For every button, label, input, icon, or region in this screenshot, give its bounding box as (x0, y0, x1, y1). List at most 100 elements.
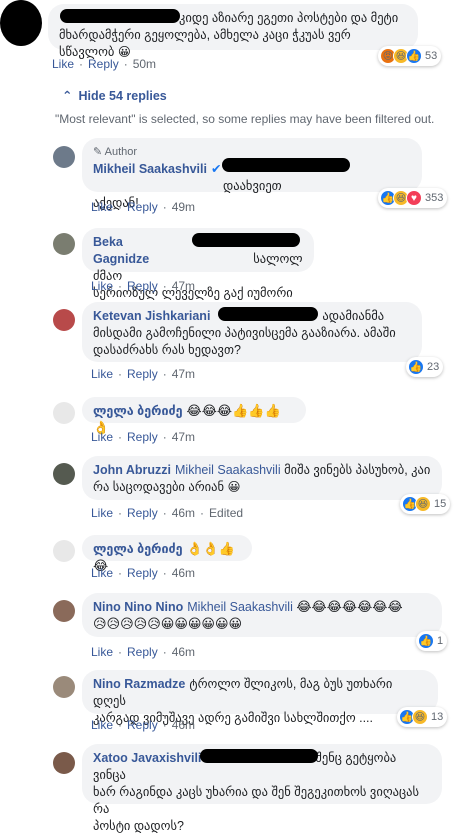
reply-actions: Like · Reply · 47m (91, 430, 196, 444)
commenter-name[interactable]: ლელა ბერიძე (93, 542, 183, 556)
comment-text-line2: მისდამი გამოჩენილი პატივისცემა გააზიარა.… (93, 326, 396, 340)
reply-bubble: ლელა ბერიძე 👌👌👍😂 (82, 535, 252, 574)
reply-link[interactable]: Reply (127, 430, 158, 444)
reply-bubble: Nino Razmadze ტროლო შლიკოს, მაგ ბუს უთხარ… (82, 670, 438, 725)
comment-text-line2: რა საცოდავები არიან 😀 (93, 480, 241, 494)
like-link[interactable]: Like (91, 566, 113, 580)
avatar[interactable] (53, 463, 75, 485)
timestamp: 49m (171, 200, 196, 214)
reaction-count: 13 (431, 711, 444, 723)
reply-reactions[interactable]: 👍 😆 13 (397, 707, 448, 727)
avatar[interactable] (53, 309, 75, 331)
commenter-name[interactable]: Beka Gagnidze (93, 235, 149, 266)
mention-link[interactable]: Mikheil Saakashvili (187, 600, 293, 614)
chevron-up-icon: ⌃ (62, 89, 73, 103)
top-comment: კიდე აზიარე ეგეთი პოსტები და მეტი მხარდა… (0, 0, 466, 80)
reply-actions: Like · Reply · 46m (91, 566, 196, 580)
reaction-count: 23 (427, 361, 440, 373)
verified-icon: ✔ (210, 162, 222, 176)
timestamp: 47m (171, 367, 196, 381)
comment-text-line2: ხარ რაგინდა კაცს უხარია და შენ შეგეკითხო… (93, 785, 420, 816)
like-link[interactable]: Like (91, 200, 113, 214)
comment-text: დაახვიეთ (223, 179, 282, 193)
like-link[interactable]: Like (91, 506, 113, 520)
reply-link[interactable]: Reply (127, 645, 158, 659)
love-reaction-icon: ♥ (406, 190, 422, 206)
timestamp: 46m (171, 718, 196, 732)
reply-link[interactable]: Reply (127, 718, 158, 732)
reply-link[interactable]: Reply (127, 566, 158, 580)
hide-replies-button[interactable]: ⌃ Hide 54 replies (62, 88, 167, 103)
reply-link[interactable]: Reply (127, 506, 158, 520)
haha-reaction-icon: 😆 (415, 496, 431, 512)
like-link[interactable]: Like (91, 367, 113, 381)
reply-link[interactable]: Reply (127, 367, 158, 381)
reply-reactions[interactable]: 👍 😆 15 (400, 494, 451, 514)
commenter-name[interactable]: Nino Nino Nino (93, 600, 183, 614)
commenter-name[interactable]: John Abruzzi (93, 463, 171, 477)
commenter-name[interactable]: Xatoo Javaxishvili (93, 751, 201, 765)
reaction-count: 353 (425, 192, 444, 204)
filter-notice: "Most relevant" is selected, so some rep… (55, 112, 435, 126)
edited-label: Edited (209, 506, 244, 520)
avatar[interactable] (53, 233, 75, 255)
commenter-name[interactable]: Ketevan Jishkariani (93, 309, 210, 323)
comment-text-line3: დასაძრახს რას ხედავთ? (93, 343, 241, 357)
haha-reaction-icon: 😆 (412, 709, 428, 725)
reaction-count: 1 (437, 635, 444, 647)
author-icon: ✎ (93, 146, 105, 158)
like-reaction-icon: 👍 (418, 633, 434, 649)
reply-actions: Like · Reply · 47m (91, 279, 196, 293)
reply-bubble: Nino Nino Nino Mikheil Saakashvili 😂😂😂😂😂😂… (82, 593, 442, 637)
reply-actions: Like · Reply · 46m (91, 718, 196, 732)
redacted-text (222, 158, 350, 172)
redacted-text (200, 749, 318, 763)
like-link[interactable]: Like (52, 57, 74, 71)
comment-text-line3: პოსტი დადოს? (93, 819, 184, 833)
mention-link[interactable]: Mikheil Saakashvili (175, 463, 281, 477)
top-comment-actions: Like · Reply · 50m (52, 57, 157, 71)
timestamp: 47m (171, 279, 196, 293)
avatar[interactable] (53, 146, 75, 168)
reply-bubble: John Abruzzi Mikheil Saakashvili მიშა ვინ… (82, 456, 442, 500)
reply-actions: Like · Reply · 47m (91, 367, 196, 381)
reaction-count: 53 (425, 50, 438, 62)
avatar[interactable] (53, 540, 75, 562)
reply-link[interactable]: Reply (127, 200, 158, 214)
emoji-text-line2: 😥😥😥😥😥😀😀😀😀😀😀 (93, 617, 243, 632)
like-link[interactable]: Like (91, 718, 113, 732)
timestamp: 50m (132, 57, 157, 71)
timestamp: 46m (171, 506, 196, 520)
redacted-text (192, 233, 300, 247)
avatar[interactable] (53, 402, 75, 424)
like-link[interactable]: Like (91, 430, 113, 444)
avatar[interactable] (53, 752, 75, 774)
timestamp: 47m (171, 430, 196, 444)
commenter-name[interactable]: ლელა ბერიძე (93, 404, 183, 418)
reply-reactions[interactable]: 👍 1 (416, 631, 448, 651)
redacted-text (218, 307, 318, 321)
reaction-count: 15 (434, 498, 447, 510)
emoji-text: 😂😂😂😂😂😂😂 (296, 600, 403, 615)
timestamp: 46m (171, 566, 196, 580)
like-link[interactable]: Like (91, 279, 113, 293)
comment-text: მიშა ვინებს პასუხობ, კაი (284, 463, 431, 477)
reply-link[interactable]: Reply (88, 57, 119, 71)
reply-reactions[interactable]: 👍 23 (406, 357, 444, 377)
reply-actions: Like · Reply · 49m (91, 200, 196, 214)
reply-reactions[interactable]: 👍 😆 ♥ 353 (378, 188, 448, 208)
avatar[interactable] (53, 676, 75, 698)
reply-actions: Like · Reply · 46m · Edited (91, 506, 244, 520)
timestamp: 46m (171, 645, 196, 659)
redacted-name (60, 9, 180, 23)
top-comment-reactions[interactable]: 😡 😆 👍 53 (378, 46, 442, 66)
reply-actions: Like · Reply · 46m (91, 645, 196, 659)
avatar[interactable] (53, 600, 75, 622)
like-reaction-icon: 👍 (408, 359, 424, 375)
reply-bubble: ლელა ბერიძე 😂😂😂👍👍👍👌 (82, 397, 306, 436)
reply-link[interactable]: Reply (127, 279, 158, 293)
like-link[interactable]: Like (91, 645, 113, 659)
like-reaction-icon: 👍 (406, 48, 422, 64)
commenter-name[interactable]: Mikheil Saakashvili (93, 162, 207, 176)
commenter-name[interactable]: Nino Razmadze (93, 677, 185, 691)
